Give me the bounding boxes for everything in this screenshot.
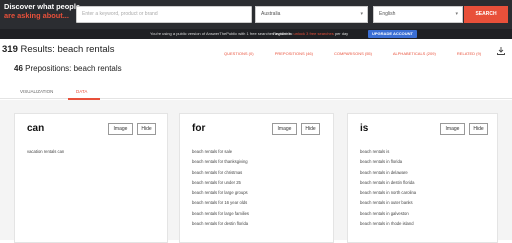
brand-asking: asking about... bbox=[17, 10, 69, 20]
list-item[interactable]: beach rentals for under 25 bbox=[192, 178, 322, 188]
brand-tagline: Discover what people are asking about... bbox=[4, 2, 80, 20]
card-is: is Image Hide beach rentals is beach ren… bbox=[347, 113, 498, 243]
region-select[interactable]: Australia ▾ bbox=[255, 6, 368, 23]
filter-comparisons[interactable]: COMPARISONS (55) bbox=[334, 51, 372, 56]
hide-button[interactable]: Hide bbox=[469, 123, 488, 135]
image-button[interactable]: Image bbox=[272, 123, 297, 135]
list-item[interactable]: beach rentals for 16 year olds bbox=[192, 198, 322, 208]
results-count: 319 bbox=[2, 44, 18, 55]
list-item[interactable]: beach rentals in outer banks bbox=[360, 198, 490, 208]
list-item[interactable]: beach rentals in rhode island bbox=[360, 219, 490, 229]
list-item[interactable]: beach rentals in galveston bbox=[360, 209, 490, 219]
register-suffix: per day bbox=[334, 31, 349, 36]
download-icon[interactable] bbox=[496, 46, 506, 56]
card-items: vacation rentals can bbox=[27, 147, 157, 157]
notice-text: You're using a public version of AnswerT… bbox=[150, 31, 293, 36]
image-button[interactable]: Image bbox=[108, 123, 133, 135]
upgrade-button[interactable]: UPGRADE ACCOUNT bbox=[368, 30, 417, 38]
chevron-down-icon: ▾ bbox=[360, 11, 363, 17]
top-bar: Discover what people are asking about...… bbox=[0, 0, 512, 29]
card-items: beach rentals for sale beach rentals for… bbox=[192, 147, 322, 229]
list-item[interactable]: beach rentals for sale bbox=[192, 147, 322, 157]
filter-alphabeticals[interactable]: ALPHABETICALS (209) bbox=[393, 51, 436, 56]
prepositions-title: 46 Prepositions: beach rentals bbox=[14, 64, 122, 73]
list-item[interactable]: vacation rentals can bbox=[27, 147, 157, 157]
chevron-down-icon: ▾ bbox=[455, 11, 458, 17]
results-label: Results: beach rentals bbox=[20, 44, 115, 55]
card-title: for bbox=[192, 123, 206, 134]
brand-are: are bbox=[4, 10, 16, 20]
filter-related[interactable]: RELATED (9) bbox=[457, 51, 481, 56]
list-item[interactable]: beach rentals for destin florida bbox=[192, 219, 322, 229]
card-for: for Image Hide beach rentals for sale be… bbox=[179, 113, 334, 243]
list-item[interactable]: beach rentals in destin florida bbox=[360, 178, 490, 188]
search-button[interactable]: SEARCH bbox=[464, 6, 508, 23]
prepositions-count: 46 bbox=[14, 64, 23, 73]
filter-links: QUESTIONS (0) PREPOSITIONS (46) COMPARIS… bbox=[224, 51, 501, 56]
list-item[interactable]: beach rentals for large groups bbox=[192, 188, 322, 198]
list-item[interactable]: beach rentals in florida bbox=[360, 157, 490, 167]
tab-data[interactable]: DATA bbox=[76, 89, 87, 94]
filter-prepositions[interactable]: PREPOSITIONS (46) bbox=[275, 51, 313, 56]
card-items: beach rentals is beach rentals in florid… bbox=[360, 147, 490, 229]
image-button[interactable]: Image bbox=[440, 123, 465, 135]
list-item[interactable]: beach rentals for thanksgiving bbox=[192, 157, 322, 167]
register-notice: Register to unlock 3 free searches per d… bbox=[273, 29, 348, 39]
list-item[interactable]: beach rentals for large families bbox=[192, 209, 322, 219]
tab-visualization[interactable]: VISUALIZATION bbox=[20, 89, 53, 94]
card-title: can bbox=[27, 123, 45, 134]
list-item[interactable]: beach rentals for christmas bbox=[192, 168, 322, 178]
list-item[interactable]: beach rentals in north carolina bbox=[360, 188, 490, 198]
results-title: 319 Results: beach rentals bbox=[2, 44, 115, 55]
region-value: Australia bbox=[261, 11, 281, 17]
hide-button[interactable]: Hide bbox=[137, 123, 156, 135]
view-tabs: VISUALIZATION DATA bbox=[0, 87, 512, 100]
language-value: English bbox=[379, 11, 396, 17]
notice-bar: You're using a public version of AnswerT… bbox=[0, 29, 512, 39]
list-item[interactable]: beach rentals is bbox=[360, 147, 490, 157]
card-can: can Image Hide vacation rentals can bbox=[14, 113, 168, 243]
card-title: is bbox=[360, 123, 369, 134]
prepositions-label: Prepositions: beach rentals bbox=[25, 64, 122, 73]
filter-questions[interactable]: QUESTIONS (0) bbox=[224, 51, 254, 56]
register-link[interactable]: unlock 3 free searches bbox=[293, 31, 333, 36]
search-input[interactable]: Enter a keyword, product or brand bbox=[76, 6, 252, 23]
list-item[interactable]: beach rentals in delaware bbox=[360, 168, 490, 178]
language-select[interactable]: English ▾ bbox=[373, 6, 463, 23]
hide-button[interactable]: Hide bbox=[301, 123, 320, 135]
register-prefix: Register to bbox=[273, 31, 293, 36]
